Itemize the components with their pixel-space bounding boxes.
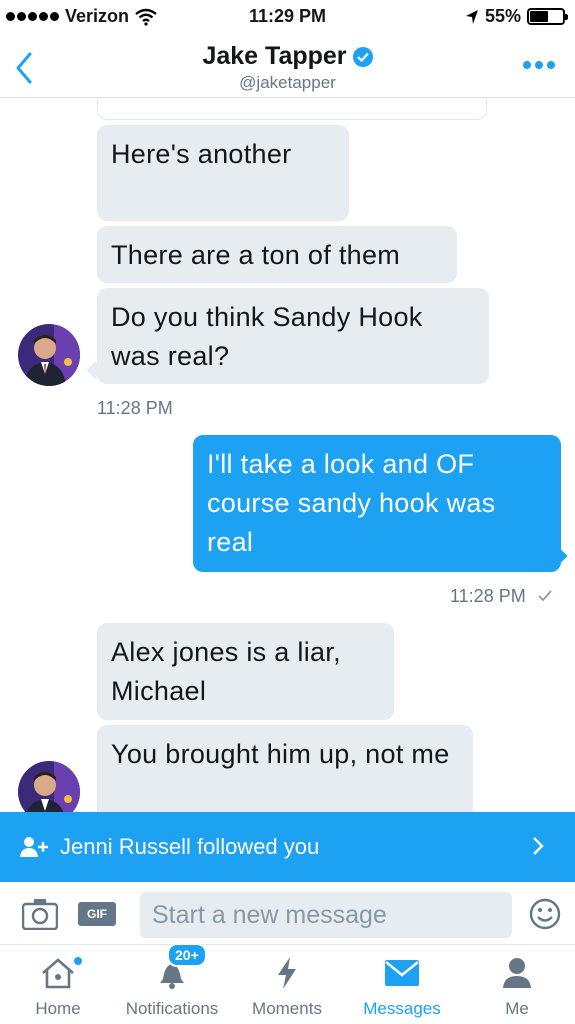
follow-notification-banner[interactable]: Jenni Russell followed you	[0, 812, 575, 882]
location-arrow-icon	[465, 9, 478, 24]
message-bubble-incoming[interactable]: You brought him up, not me	[97, 725, 473, 812]
contact-name: Jake Tapper	[202, 42, 347, 70]
envelope-icon	[385, 960, 419, 986]
lightning-icon	[278, 957, 296, 989]
message-thread[interactable]: Here's another There are a ton of them D…	[0, 98, 575, 812]
more-options-icon[interactable]	[523, 61, 555, 69]
tab-notifications[interactable]: 20+ Notifications	[116, 943, 228, 1024]
contact-handle: @jaketapper	[239, 73, 336, 92]
tab-moments[interactable]: Moments	[244, 945, 330, 1024]
battery-icon	[527, 8, 568, 25]
banner-text: Jenni Russell followed you	[60, 834, 320, 859]
new-content-dot	[74, 957, 82, 965]
message-timestamp: 11:28 PM	[450, 586, 553, 607]
message-bubble-incoming[interactable]: Alex jones is a liar, Michael	[97, 623, 394, 720]
notification-count-badge: 20+	[167, 943, 207, 967]
tab-label: Me	[505, 999, 529, 1018]
tab-messages[interactable]: Messages	[352, 945, 452, 1024]
verified-badge-icon	[352, 46, 373, 67]
tab-label: Messages	[363, 999, 441, 1018]
tab-home[interactable]: Home	[18, 945, 98, 1024]
message-bubble-outgoing[interactable]: I'll take a look and OF course sandy hoo…	[193, 435, 561, 572]
tab-label: Home	[35, 999, 81, 1018]
chevron-right-icon	[533, 837, 544, 855]
home-icon	[42, 958, 74, 989]
header-title[interactable]: Jake Tapper @jaketapper	[0, 42, 575, 93]
message-bubble-incoming[interactable]: Do you think Sandy Hook was real?	[97, 288, 489, 384]
read-check-icon	[538, 590, 552, 602]
conversation-header: Jake Tapper @jaketapper	[0, 36, 575, 98]
avatar[interactable]	[18, 324, 80, 386]
tab-label: Notifications	[125, 999, 219, 1018]
message-timestamp: 11:28 PM	[97, 398, 173, 418]
camera-icon[interactable]	[22, 898, 58, 930]
emoji-icon[interactable]	[529, 898, 561, 930]
avatar[interactable]	[18, 761, 80, 812]
message-bubble-incoming[interactable]: There are a ton of them	[97, 226, 457, 283]
message-input[interactable]	[140, 892, 512, 938]
shared-card-preview[interactable]	[97, 98, 487, 120]
gif-button[interactable]: GIF	[78, 902, 116, 926]
follow-user-icon	[20, 836, 50, 858]
status-right: 55%	[465, 6, 568, 27]
tab-bar: Home 20+ Notifications Moments Messages	[0, 943, 575, 1024]
message-composer: GIF	[0, 882, 575, 944]
tab-label: Moments	[252, 999, 322, 1018]
battery-percent: 55%	[484, 6, 521, 26]
tab-me[interactable]: Me	[482, 945, 552, 1024]
profile-icon	[503, 958, 531, 988]
status-bar: Verizon 11:29 PM 55%	[0, 0, 575, 36]
message-bubble-incoming[interactable]: Here's another	[97, 125, 349, 221]
